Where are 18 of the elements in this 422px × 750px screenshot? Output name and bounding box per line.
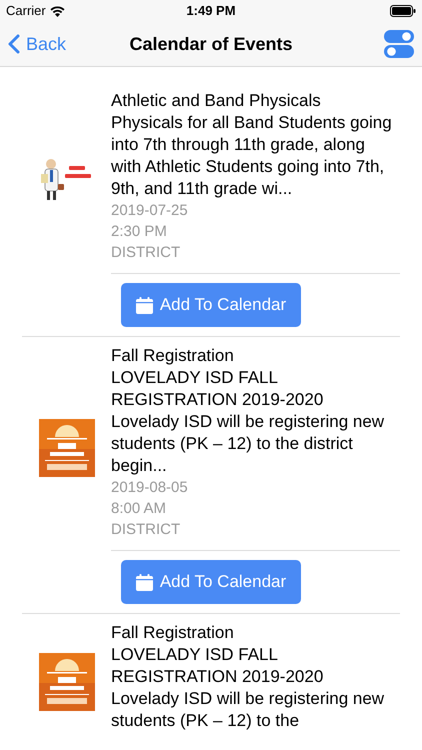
carrier-label: Carrier xyxy=(6,2,46,20)
event-category: DISTRICT xyxy=(111,520,182,540)
event-title: Athletic and Band Physicals xyxy=(111,90,322,112)
event-description: LOVELADY ISD FALL REGISTRATION 2019-2020 Lovelady ISD will be registering new students (PK – 12) to the district begin... xyxy=(111,367,386,477)
status-time: 1:49 PM xyxy=(186,2,236,20)
event-description: LOVELADY ISD FALL REGISTRATION 2019-2020 Lovelady ISD will be registering new students (PK – 12) to the xyxy=(111,644,386,732)
event-category: DISTRICT xyxy=(111,243,182,263)
event-title: Fall Registration xyxy=(111,622,235,644)
add-to-calendar-button[interactable]: Add To Calendar xyxy=(121,560,301,604)
event-time: 8:00 AM xyxy=(111,499,168,519)
event-date: 2019-07-25 xyxy=(111,201,189,221)
add-to-calendar-button[interactable]: Add To Calendar xyxy=(121,283,301,327)
event-time: 2:30 PM xyxy=(111,222,168,242)
screen-title: Calendar of Events xyxy=(129,32,293,56)
event-title: Fall Registration xyxy=(111,345,235,367)
event-description: Physicals for all Band Students going into 7th through 11th grade, along with Athletic Students going into 7th, 9th, and 11th grade wi... xyxy=(111,112,393,200)
back-link[interactable]: Back xyxy=(8,30,66,58)
event-date: 2019-08-05 xyxy=(111,478,189,498)
